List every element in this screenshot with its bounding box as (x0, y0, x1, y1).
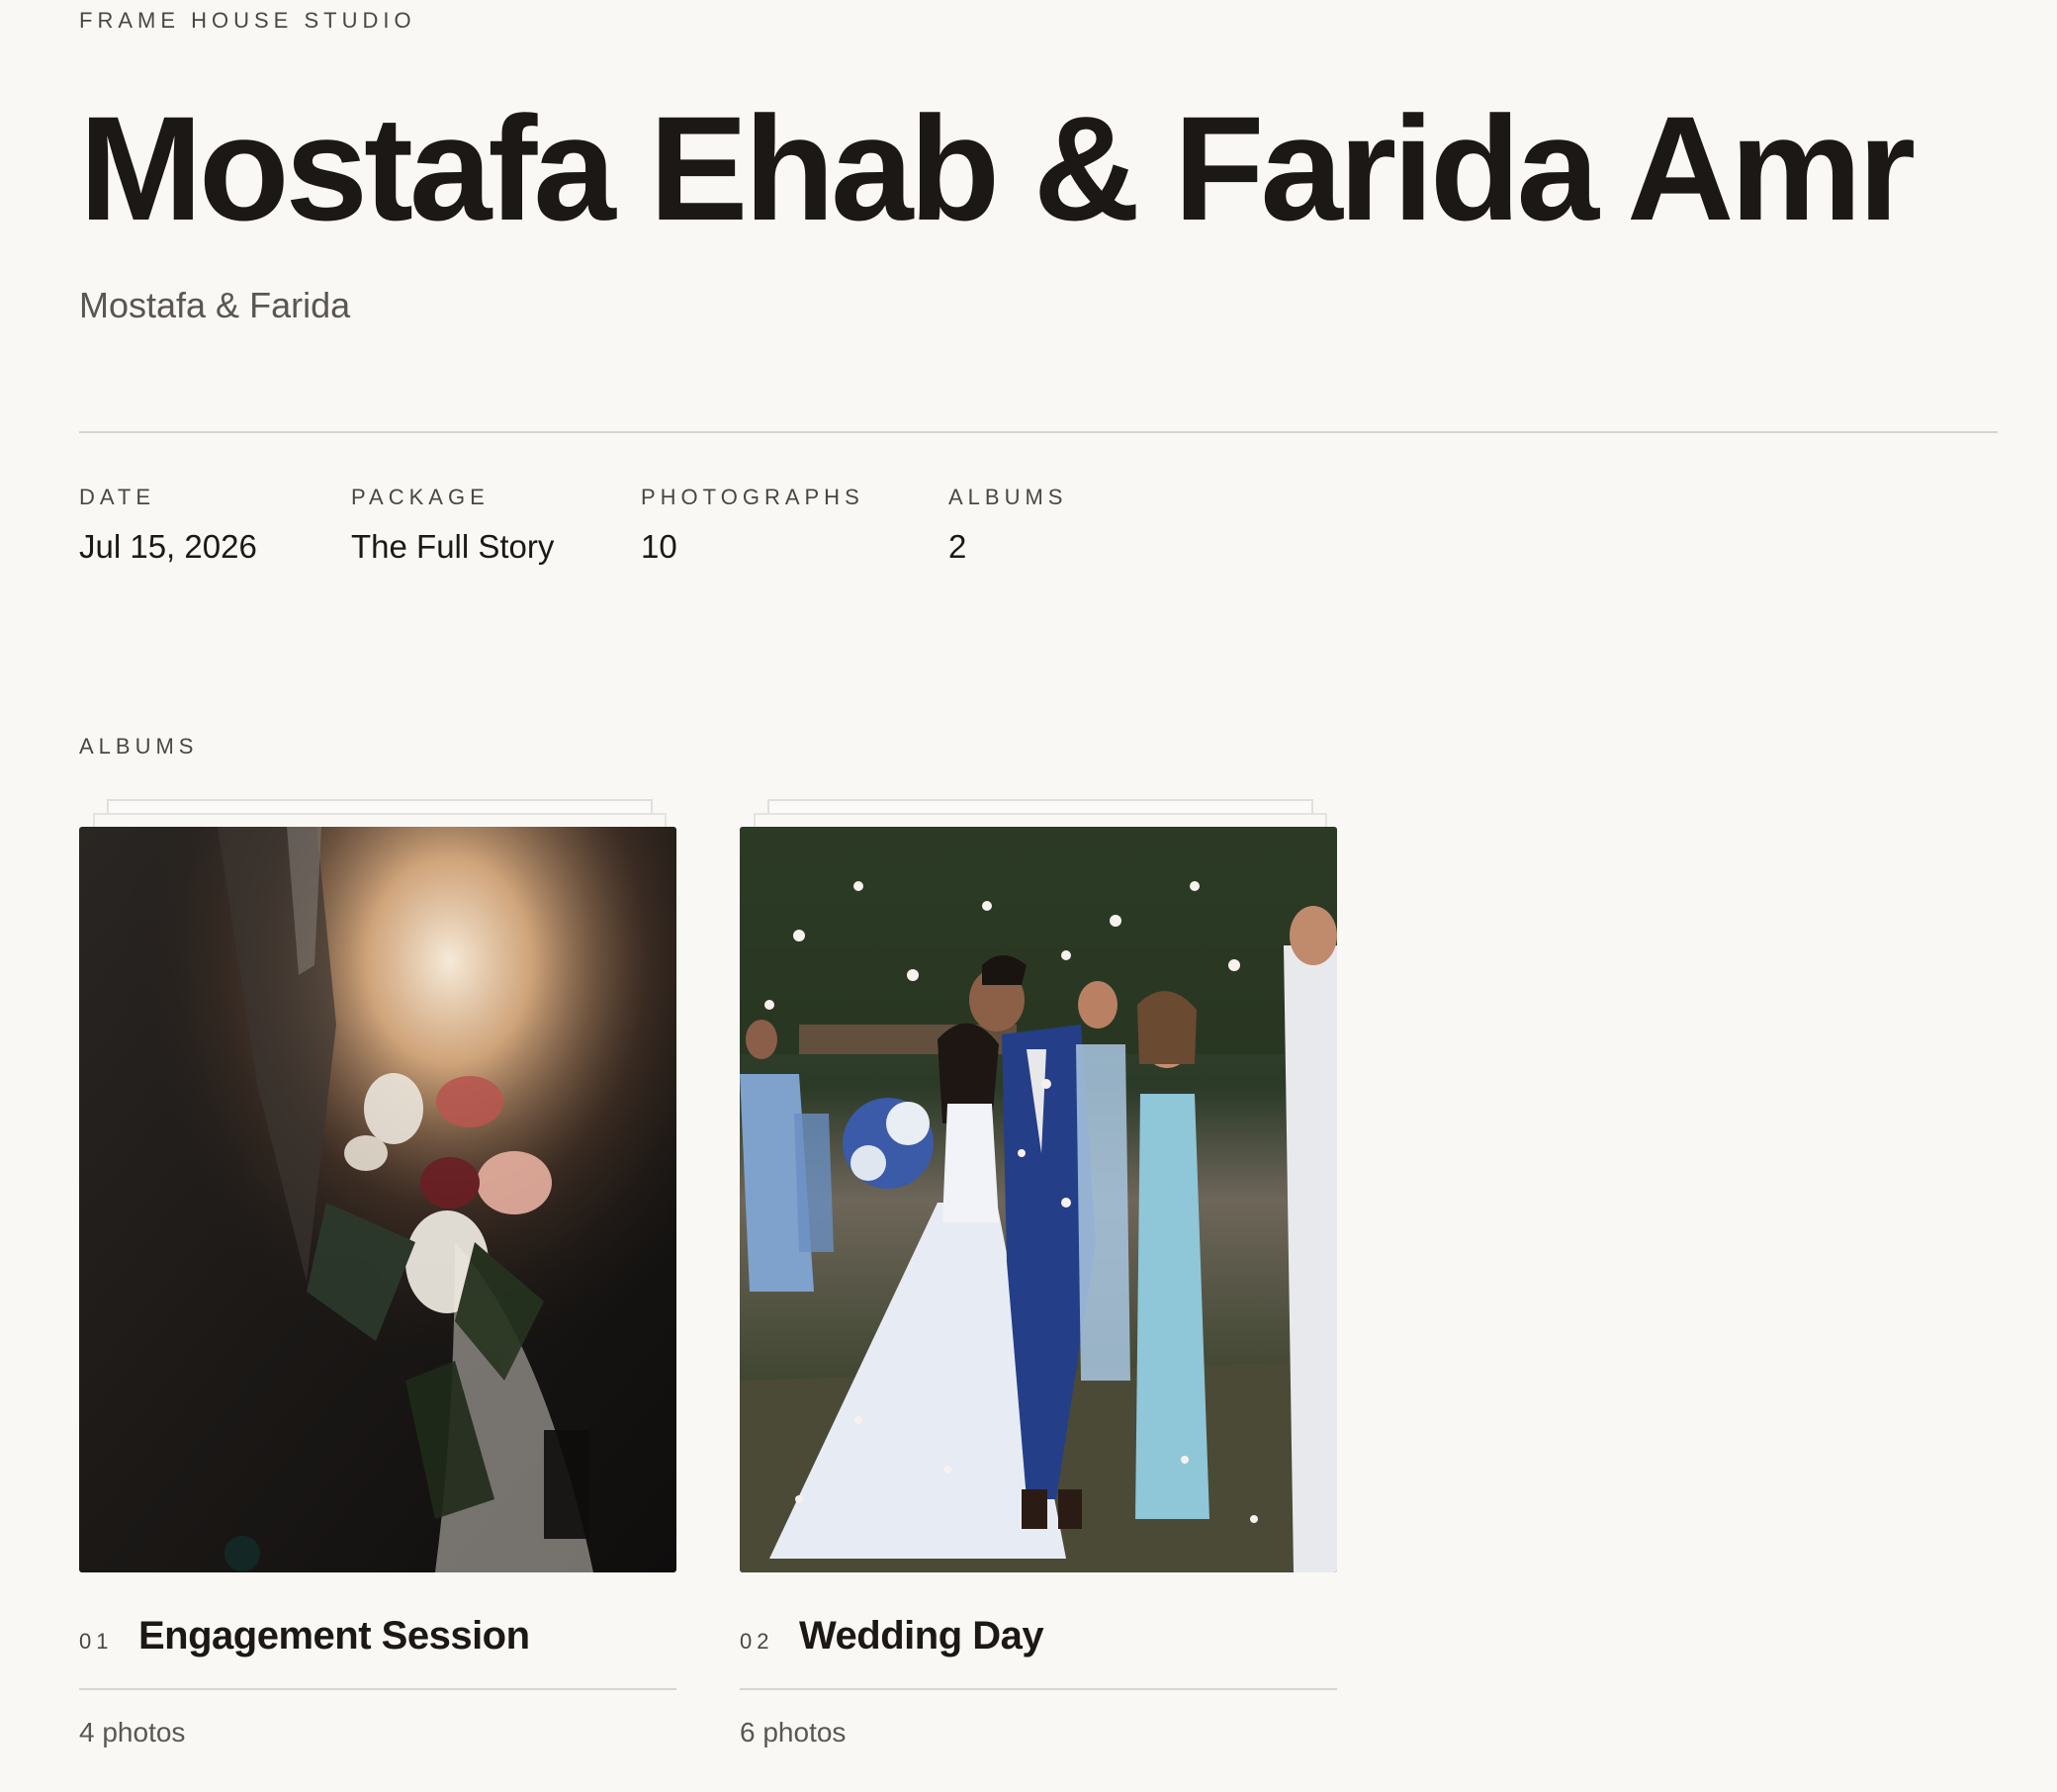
page-subtitle: Mostafa & Farida (79, 285, 351, 325)
album-number: 01 (79, 1629, 114, 1654)
album-divider (740, 1688, 1337, 1690)
package-label: PACKAGE (351, 485, 490, 509)
studio-name: FRAME HOUSE STUDIO (79, 8, 416, 33)
photographs-label: PHOTOGRAPHS (641, 485, 864, 509)
album-number: 02 (740, 1629, 774, 1654)
photographs-value: 10 (641, 528, 677, 565)
album-photo-count: 6 photos (740, 1717, 847, 1747)
couple-kiss-photo-icon (740, 827, 1337, 1572)
header-divider (79, 431, 1998, 433)
album-name[interactable]: Engagement Session (138, 1614, 530, 1658)
page-title: Mostafa Ehab & Farida Amr (79, 85, 1916, 251)
album-divider (79, 1688, 676, 1690)
album-caption[interactable]: 02 Wedding Day (740, 1614, 1337, 1669)
date-value: Jul 15, 2026 (79, 528, 257, 565)
album-caption[interactable]: 01 Engagement Session (79, 1614, 676, 1669)
album-name[interactable]: Wedding Day (799, 1614, 1044, 1658)
albums-section-label: ALBUMS (79, 734, 199, 759)
albums-count-value: 2 (948, 528, 967, 565)
package-value: The Full Story (351, 528, 555, 565)
album-cover-image[interactable] (79, 827, 676, 1572)
date-label: DATE (79, 485, 156, 509)
albums-count-label: ALBUMS (948, 485, 1068, 509)
album-cover-image[interactable] (740, 827, 1337, 1572)
bouquet-photo-icon (79, 827, 676, 1572)
album-photo-count: 4 photos (79, 1717, 186, 1747)
